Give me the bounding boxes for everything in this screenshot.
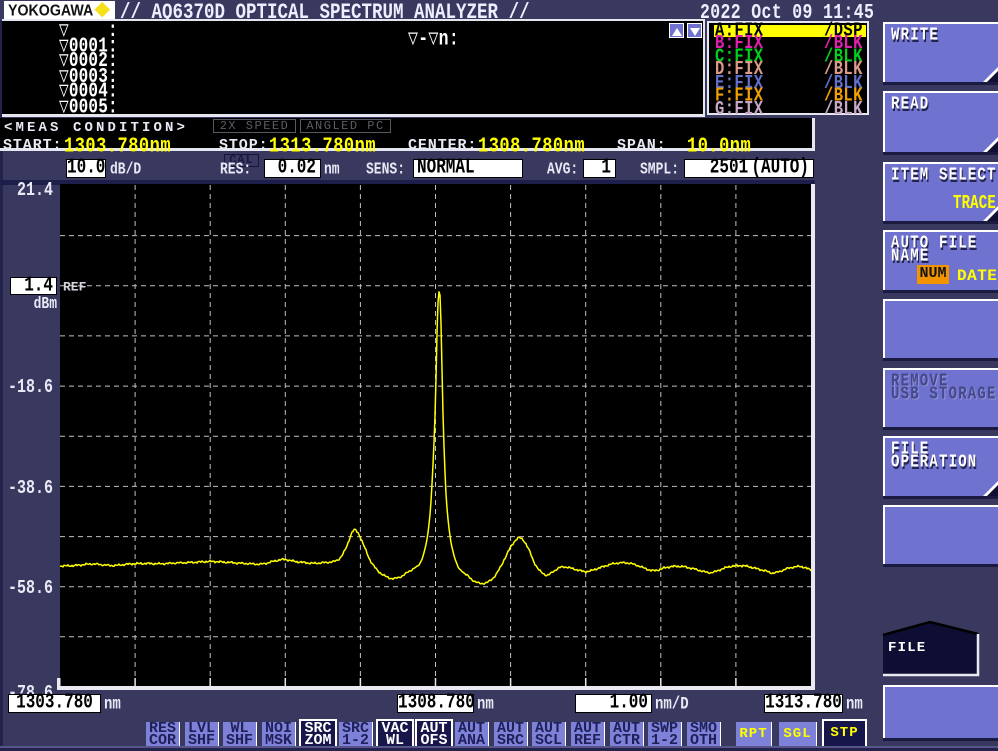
svg-text:REF: REF — [63, 280, 87, 295]
svg-text:FILE: FILE — [888, 640, 926, 656]
